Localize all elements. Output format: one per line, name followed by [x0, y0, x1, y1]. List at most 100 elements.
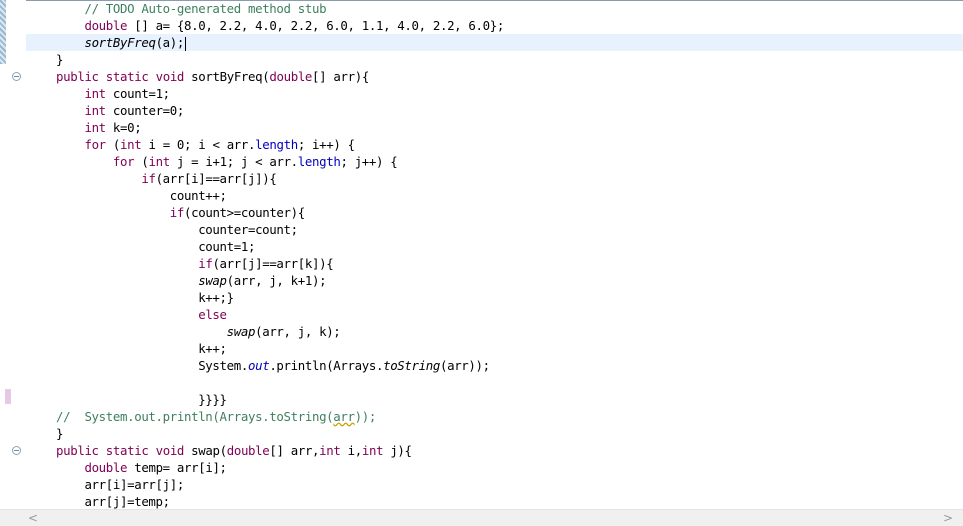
code-token: i = 0; i < arr. — [141, 137, 256, 152]
code-token: length — [255, 137, 298, 152]
code-line[interactable]: // TODO Auto-generated method stub — [26, 0, 963, 17]
fold-collapse-icon[interactable] — [12, 72, 21, 81]
code-token: [] arr){ — [312, 69, 369, 84]
scroll-right-icon[interactable]: > — [941, 511, 955, 525]
code-line[interactable]: if(count>=counter){ — [26, 204, 963, 221]
code-token: swap — [198, 273, 227, 288]
code-token: sortByFreq — [84, 35, 156, 50]
scroll-left-icon[interactable]: < — [26, 511, 40, 525]
code-token: out — [247, 358, 270, 373]
code-token: public — [56, 69, 99, 84]
code-token: System. — [56, 358, 248, 373]
code-token: // System.out.println(Arrays.toString( — [56, 409, 334, 424]
code-line[interactable]: if(arr[i]==arr[j]){ — [26, 170, 963, 187]
code-token: arr[i]=arr[j]; — [56, 477, 184, 492]
code-line[interactable]: for (int j = i+1; j < arr.length; j++) { — [26, 153, 963, 170]
code-editor[interactable]: // TODO Auto-generated method stub doubl… — [26, 0, 963, 510]
fold-collapse-icon[interactable] — [12, 446, 21, 455]
code-line[interactable]: else — [26, 306, 963, 323]
code-line[interactable]: // System.out.println(Arrays.toString(ar… — [26, 408, 963, 425]
code-token: j){ — [383, 443, 412, 458]
code-line[interactable]: if(arr[j]==arr[k]){ — [26, 255, 963, 272]
code-token: double — [269, 69, 313, 84]
code-line[interactable]: int k=0; — [26, 119, 963, 136]
code-line[interactable]: k++;} — [26, 289, 963, 306]
code-token: int — [319, 443, 341, 458]
text-cursor — [185, 36, 187, 51]
code-token: ; i++) { — [297, 137, 355, 152]
code-line[interactable]: swap(arr, j, k+1); — [26, 272, 963, 289]
code-line[interactable]: count++; — [26, 187, 963, 204]
code-line[interactable] — [26, 374, 963, 391]
code-token: k++;} — [56, 290, 234, 305]
code-line[interactable]: int counter=0; — [26, 102, 963, 119]
code-line[interactable]: k++; — [26, 340, 963, 357]
code-token: (arr)); — [439, 358, 490, 373]
code-token: static — [105, 69, 149, 84]
code-line[interactable]: }}}} — [26, 391, 963, 408]
code-line[interactable]: public static void swap(double[] arr,int… — [26, 442, 963, 459]
code-token: arr[j]=temp; — [56, 494, 170, 509]
code-token: // TODO Auto-generated method stub — [84, 1, 327, 16]
code-token: double — [84, 460, 128, 475]
code-line[interactable]: counter=count; — [26, 221, 963, 238]
code-token: ; j++) { — [340, 154, 398, 169]
code-line[interactable]: double temp= arr[i]; — [26, 459, 963, 476]
code-token: int — [84, 103, 106, 118]
code-token: i, — [340, 443, 363, 458]
code-token: count++; — [56, 188, 227, 203]
code-token: )); — [354, 409, 377, 424]
code-token: swap( — [184, 443, 227, 458]
code-token: } — [56, 426, 64, 441]
code-line[interactable]: sortByFreq(a); — [26, 34, 963, 51]
code-line[interactable]: swap(arr, j, k); — [26, 323, 963, 340]
code-token: k=0; — [105, 120, 142, 135]
code-line[interactable]: } — [26, 51, 963, 68]
code-token: temp= arr[i]; — [127, 460, 227, 475]
code-token: }}}} — [56, 392, 227, 407]
code-token: else — [198, 307, 227, 322]
code-line[interactable]: for (int i = 0; i < arr.length; i++) { — [26, 136, 963, 153]
code-line[interactable]: arr[i]=arr[j]; — [26, 476, 963, 493]
code-line[interactable]: System.out.println(Arrays.toString(arr))… — [26, 357, 963, 374]
code-token: counter=0; — [105, 103, 185, 118]
code-token: counter=count; — [56, 222, 298, 237]
code-token: static — [105, 443, 149, 458]
code-token: if — [169, 205, 185, 220]
code-token: count=1; — [56, 239, 256, 254]
code-line[interactable]: count=1; — [26, 238, 963, 255]
code-line[interactable]: public static void sortByFreq(double[] a… — [26, 68, 963, 85]
code-token: (arr, j, k); — [255, 324, 341, 339]
code-token: (arr[j]==arr[k]){ — [212, 256, 334, 271]
code-line[interactable]: arr[j]=temp; — [26, 493, 963, 510]
code-token: double — [226, 443, 270, 458]
code-line[interactable]: double [] a= {8.0, 2.2, 4.0, 2.2, 6.0, 1… — [26, 17, 963, 34]
code-token: ( — [105, 137, 121, 152]
code-token: } — [56, 52, 64, 67]
code-line[interactable]: } — [26, 425, 963, 442]
code-token: if — [198, 256, 213, 271]
code-token: if — [141, 171, 156, 186]
code-token: arr — [333, 409, 355, 424]
horizontal-scrollbar[interactable]: < > — [0, 509, 963, 526]
code-token: [] arr, — [269, 443, 320, 458]
code-token: count=1; — [105, 86, 170, 101]
code-line[interactable]: int count=1; — [26, 85, 963, 102]
code-token: double — [84, 18, 128, 33]
code-token: int — [361, 443, 384, 458]
code-token: .println(Arrays. — [269, 358, 384, 373]
